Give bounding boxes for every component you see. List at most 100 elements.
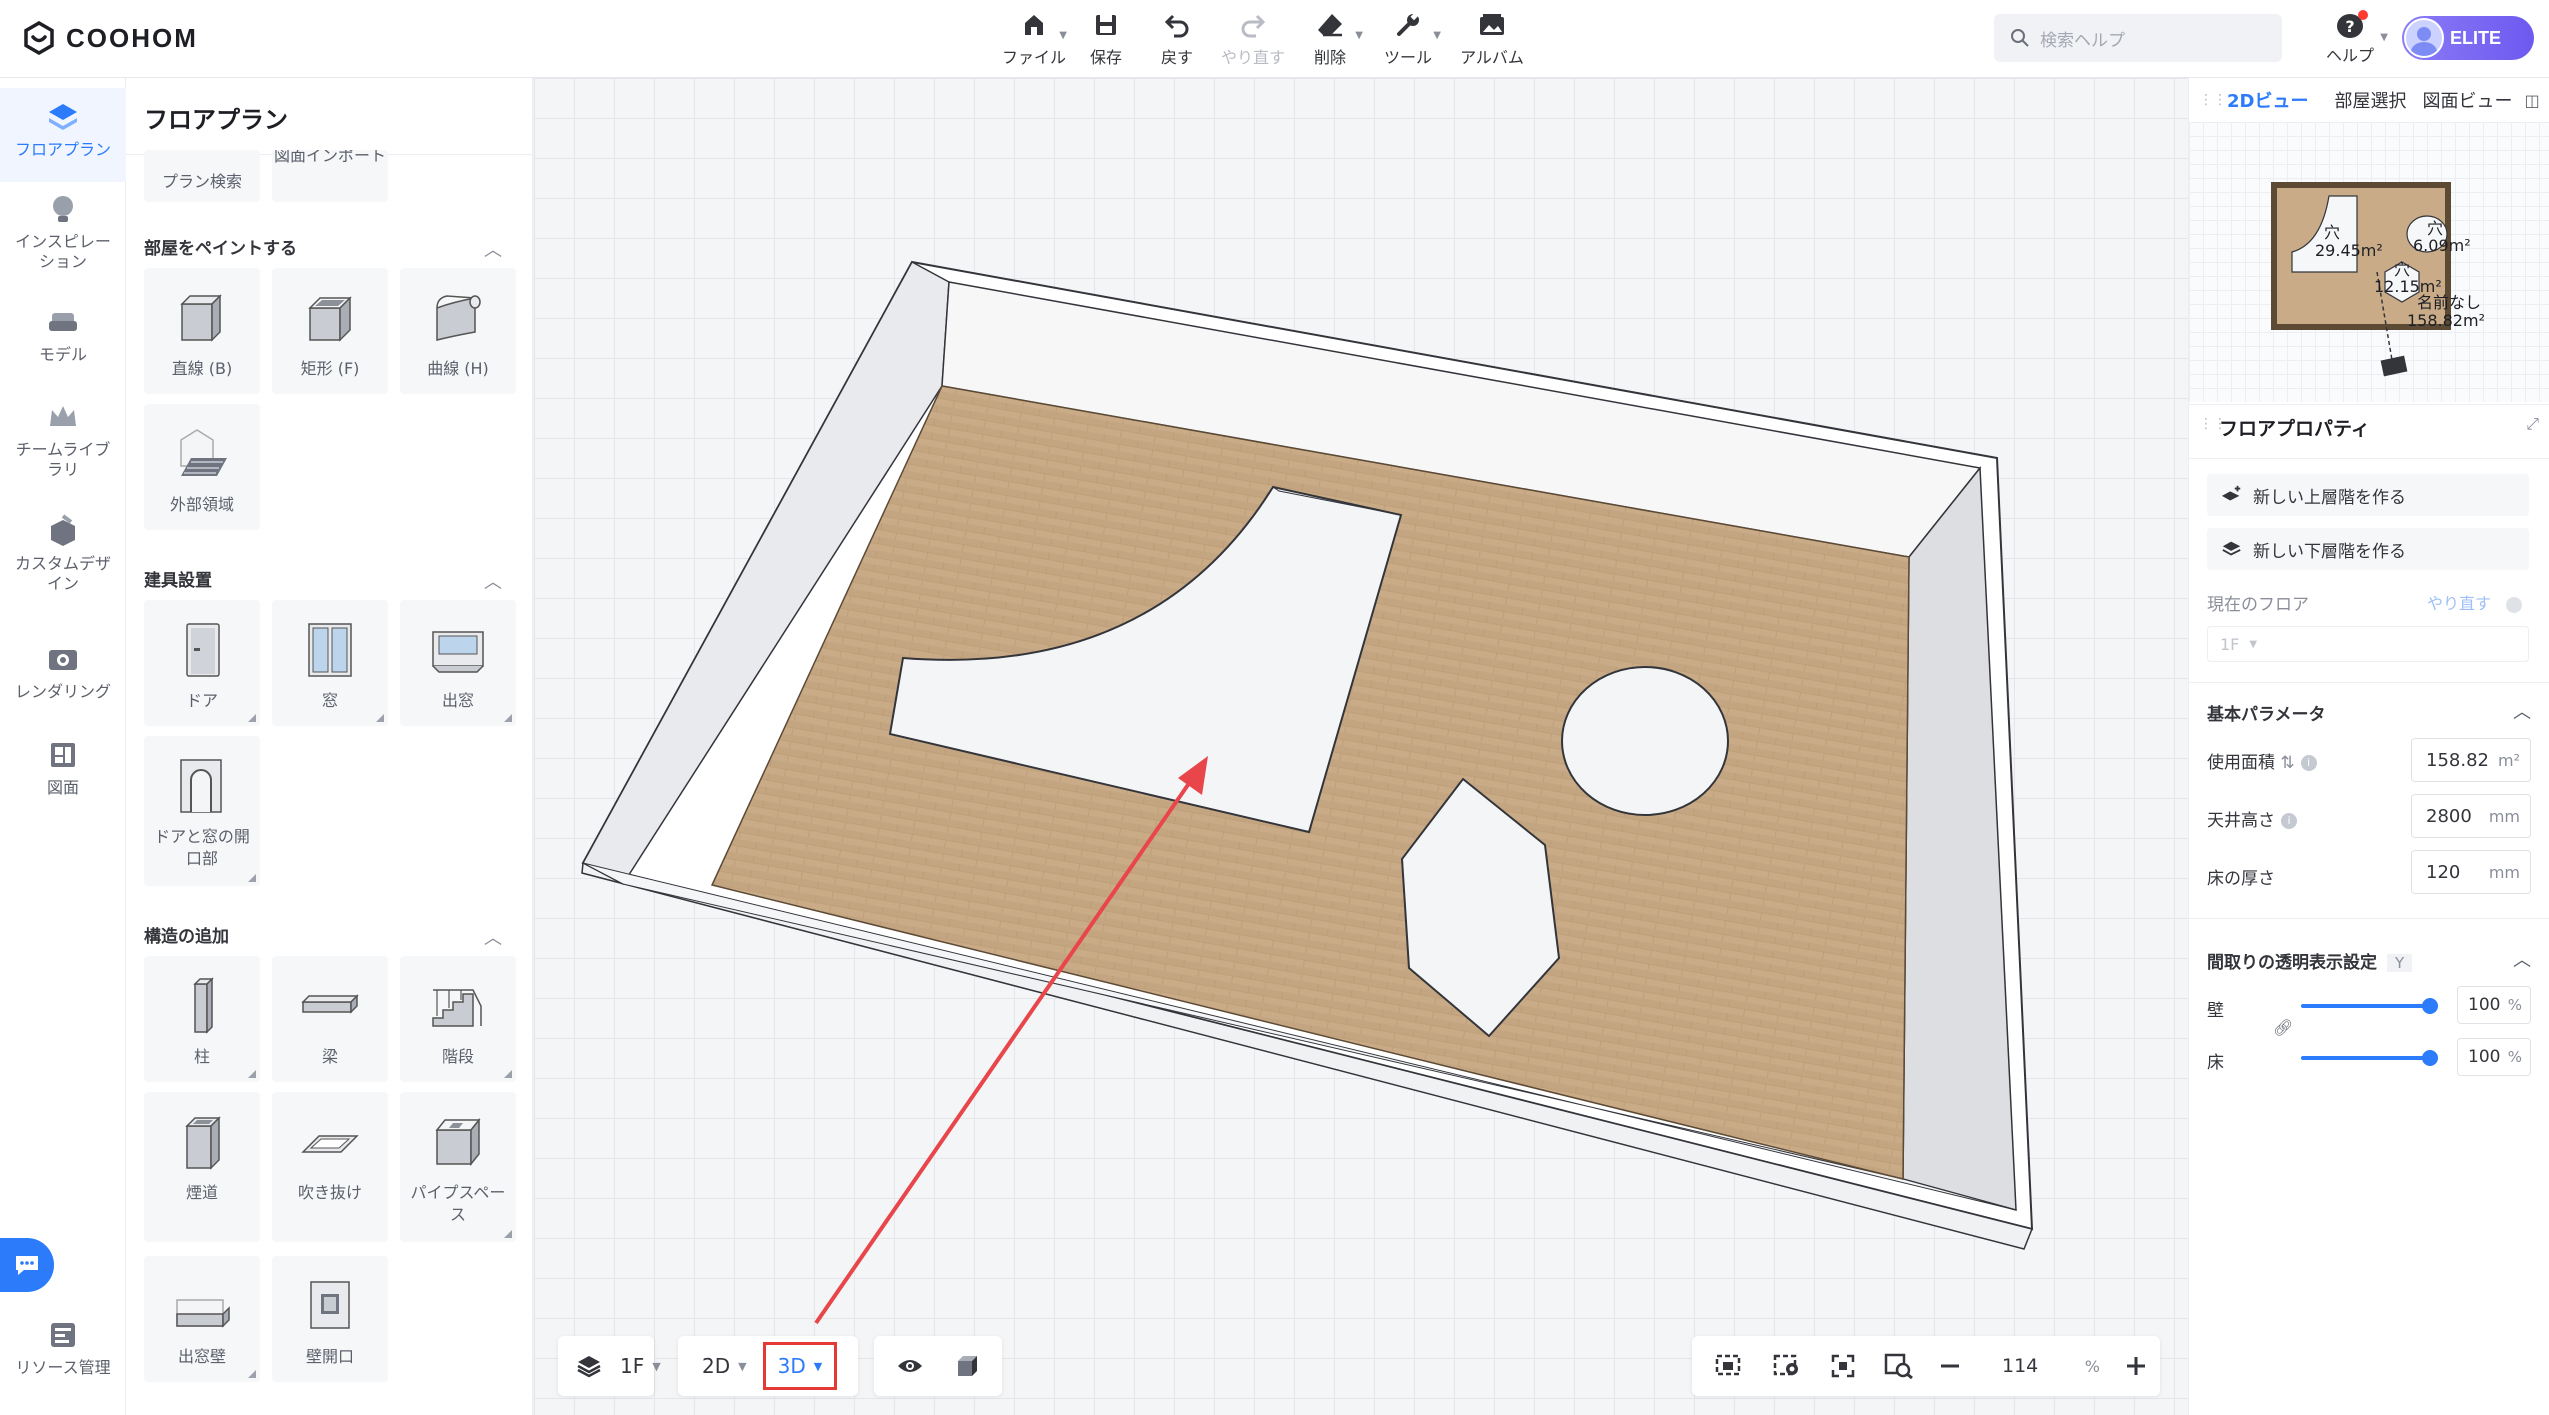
door-icon [186, 623, 220, 677]
zoom-area-button[interactable] [1870, 1336, 1928, 1396]
tool-door[interactable]: ドア [144, 600, 260, 726]
zoom-input[interactable]: 114 % [1972, 1345, 2112, 1387]
drawing-import-tile[interactable]: 図面インポート [272, 150, 388, 202]
tool-pipe-space[interactable]: パイプスペース [400, 1092, 516, 1242]
nav-team-library[interactable]: チームライブラリ [0, 398, 126, 488]
floor-transparency-slider[interactable] [2301, 1050, 2438, 1066]
nav-model[interactable]: モデル [0, 303, 126, 373]
tab-2d-view[interactable]: 2Dビュー [2219, 87, 2316, 113]
new-upper-floor-button[interactable]: 新しい上層階を作る [2207, 474, 2529, 516]
tool-beam[interactable]: 梁 [272, 956, 388, 1082]
ceiling-height-input[interactable]: 2800 mm [2411, 794, 2531, 838]
panel-title: フロアプラン [144, 106, 288, 134]
minimap[interactable]: 穴 29.45m² 穴 6.09m² 穴 12.15m² 名前なし 158.82… [2189, 122, 2549, 402]
chevron-up-icon[interactable]: ︿ [484, 568, 502, 594]
eraser-icon [1318, 14, 1342, 37]
chevron-down-icon: ▼ [1059, 30, 1067, 41]
3d-canvas[interactable]: 1F ▼ 2D ▼ 3D ▼ 114 % [534, 78, 2188, 1415]
link-icon[interactable]: 🔗︎ [2273, 1018, 2293, 1037]
section-paint-room[interactable]: 部屋をペイントする ︿ [144, 234, 524, 262]
floor-label: 床 [2207, 1053, 2224, 1073]
avatar[interactable] [2404, 18, 2444, 58]
floor-3d-scene[interactable] [534, 78, 2188, 1415]
tool-outdoor-area[interactable]: 外部領域 [144, 404, 260, 530]
save-button[interactable]: 保存 [1073, 8, 1139, 68]
new-lower-floor-button[interactable]: 新しい下層階を作る [2207, 528, 2529, 570]
tool-rectangle[interactable]: 矩形 (F) [272, 268, 388, 394]
tool-window[interactable]: 窓 [272, 600, 388, 726]
chevron-up-icon[interactable]: ︿ [2513, 946, 2531, 972]
nav-rendering[interactable]: レンダリング [0, 640, 126, 710]
delete-menu-button[interactable]: 削除 ▼ [1291, 8, 1369, 68]
main-toolbar: ファイル ▼ 保存 戻す やり直す 削除 ▼ ツール ▼ アルバム [995, 8, 1537, 68]
chevron-down-icon: ▼ [2249, 638, 2258, 650]
nav-custom-design[interactable]: カスタムデザイン [0, 512, 126, 602]
redo-link[interactable]: やり直す [2427, 590, 2523, 614]
custom-design-icon [51, 514, 75, 546]
nav-resource-management[interactable]: リソース管理 [0, 1316, 126, 1396]
tab-room-select[interactable]: 部屋選択 [2326, 87, 2414, 113]
collapse-icon[interactable]: ◫ [2524, 91, 2539, 110]
nav-drawing[interactable]: 図面 [0, 736, 126, 806]
chevron-up-icon[interactable]: ︿ [484, 924, 502, 950]
help-button[interactable]: ? ヘルプ ▼ [2318, 10, 2388, 66]
bay-window-icon [432, 631, 484, 673]
section-fixtures[interactable]: 建具設置 ︿ [144, 566, 524, 594]
current-floor-select[interactable]: 1F ▼ [2207, 626, 2529, 662]
info-icon: i [2300, 755, 2317, 771]
area-input[interactable]: 158.82 m² [2411, 738, 2531, 782]
basic-params-title: 基本パラメータ [2207, 705, 2326, 725]
tool-door-window-opening[interactable]: ドアと窓の開口部 [144, 736, 260, 886]
app-logo[interactable]: COOHOM [22, 18, 198, 58]
floor-transparency-input[interactable]: 100% [2457, 1038, 2531, 1076]
add-layer-down-icon [2222, 541, 2241, 556]
tool-stairs[interactable]: 階段 [400, 956, 516, 1082]
cube-view-button[interactable] [942, 1336, 992, 1396]
view-2d-button[interactable]: 2D ▼ [678, 1336, 755, 1396]
settings-view-button[interactable] [1758, 1336, 1816, 1396]
plan-search-tile[interactable]: プラン検索 [144, 150, 260, 202]
file-menu-button[interactable]: ファイル ▼ [995, 8, 1073, 68]
account-badge[interactable]: ELITE [2402, 16, 2534, 60]
chevron-up-icon[interactable]: ︿ [484, 236, 502, 262]
zoom-out-button[interactable] [1928, 1336, 1972, 1396]
view-3d-button[interactable]: 3D ▼ [762, 1342, 838, 1390]
help-search-input[interactable]: 検索ヘルプ [1994, 14, 2282, 62]
nav-floorplan[interactable]: フロアプラン [0, 88, 126, 182]
tool-bay-window[interactable]: 出窓 [400, 600, 516, 726]
left-nav: フロアプラン インスピレーション モデル チームライブラリ カスタムデザイン レ… [0, 78, 126, 1415]
tool-wall-opening[interactable]: 壁開口 [272, 1256, 388, 1382]
tool-curve[interactable]: 曲線 (H) [400, 268, 516, 394]
tool-flue[interactable]: 煙道 [144, 1092, 260, 1242]
transparency-title: 間取りの透明表示設定 Y [2207, 948, 2413, 973]
redo-button[interactable]: やり直す [1215, 8, 1291, 68]
visibility-button[interactable] [874, 1336, 942, 1396]
tool-column[interactable]: 柱 [144, 956, 260, 1082]
wall-transparency-input[interactable]: 100% [2457, 986, 2531, 1024]
section-structures[interactable]: 構造の追加 ︿ [144, 922, 524, 950]
expand-icon[interactable]: ⤢ [2526, 414, 2539, 434]
chat-button[interactable] [0, 1238, 54, 1292]
display-controls [874, 1336, 1002, 1396]
zoom-in-button[interactable] [2112, 1336, 2160, 1396]
undo-button[interactable]: 戻す [1139, 8, 1215, 68]
nav-inspiration[interactable]: インスピレーション [0, 190, 126, 280]
sort-icon[interactable]: ⇅ [2280, 753, 2294, 773]
fit-view-button[interactable] [1692, 1336, 1758, 1396]
tools-menu-button[interactable]: ツール ▼ [1369, 8, 1447, 68]
floorplan-panel: フロアプラン プラン検索 図面インポート 部屋をペイントする ︿ 直線 (B) 矩… [126, 78, 533, 1415]
tool-straight-line[interactable]: 直線 (B) [144, 268, 260, 394]
album-button[interactable]: アルバム [1447, 8, 1537, 68]
floor-thickness-input[interactable]: 120 mm [2411, 850, 2531, 894]
focus-button[interactable] [1816, 1336, 1870, 1396]
tool-void[interactable]: 吹き抜け [272, 1092, 388, 1242]
right-panel: ⋮⋮ 2Dビュー 部屋選択 図面ビュー ◫ 穴 29.45m² 穴 6.09m²… [2188, 78, 2549, 1415]
drag-handle-icon[interactable]: ⋮⋮ [2189, 92, 2227, 108]
tool-bay-window-wall[interactable]: 出窓壁 [144, 1256, 260, 1382]
tab-drawing-view[interactable]: 図面ビュー [2414, 87, 2520, 113]
ceiling-height-label: 天井高さ i [2207, 806, 2297, 831]
chevron-up-icon[interactable]: ︿ [2513, 698, 2531, 724]
floor-thickness-label: 床の厚さ [2207, 869, 2275, 889]
wall-transparency-slider[interactable] [2301, 998, 2438, 1014]
chevron-down-icon: ▼ [1433, 30, 1441, 41]
